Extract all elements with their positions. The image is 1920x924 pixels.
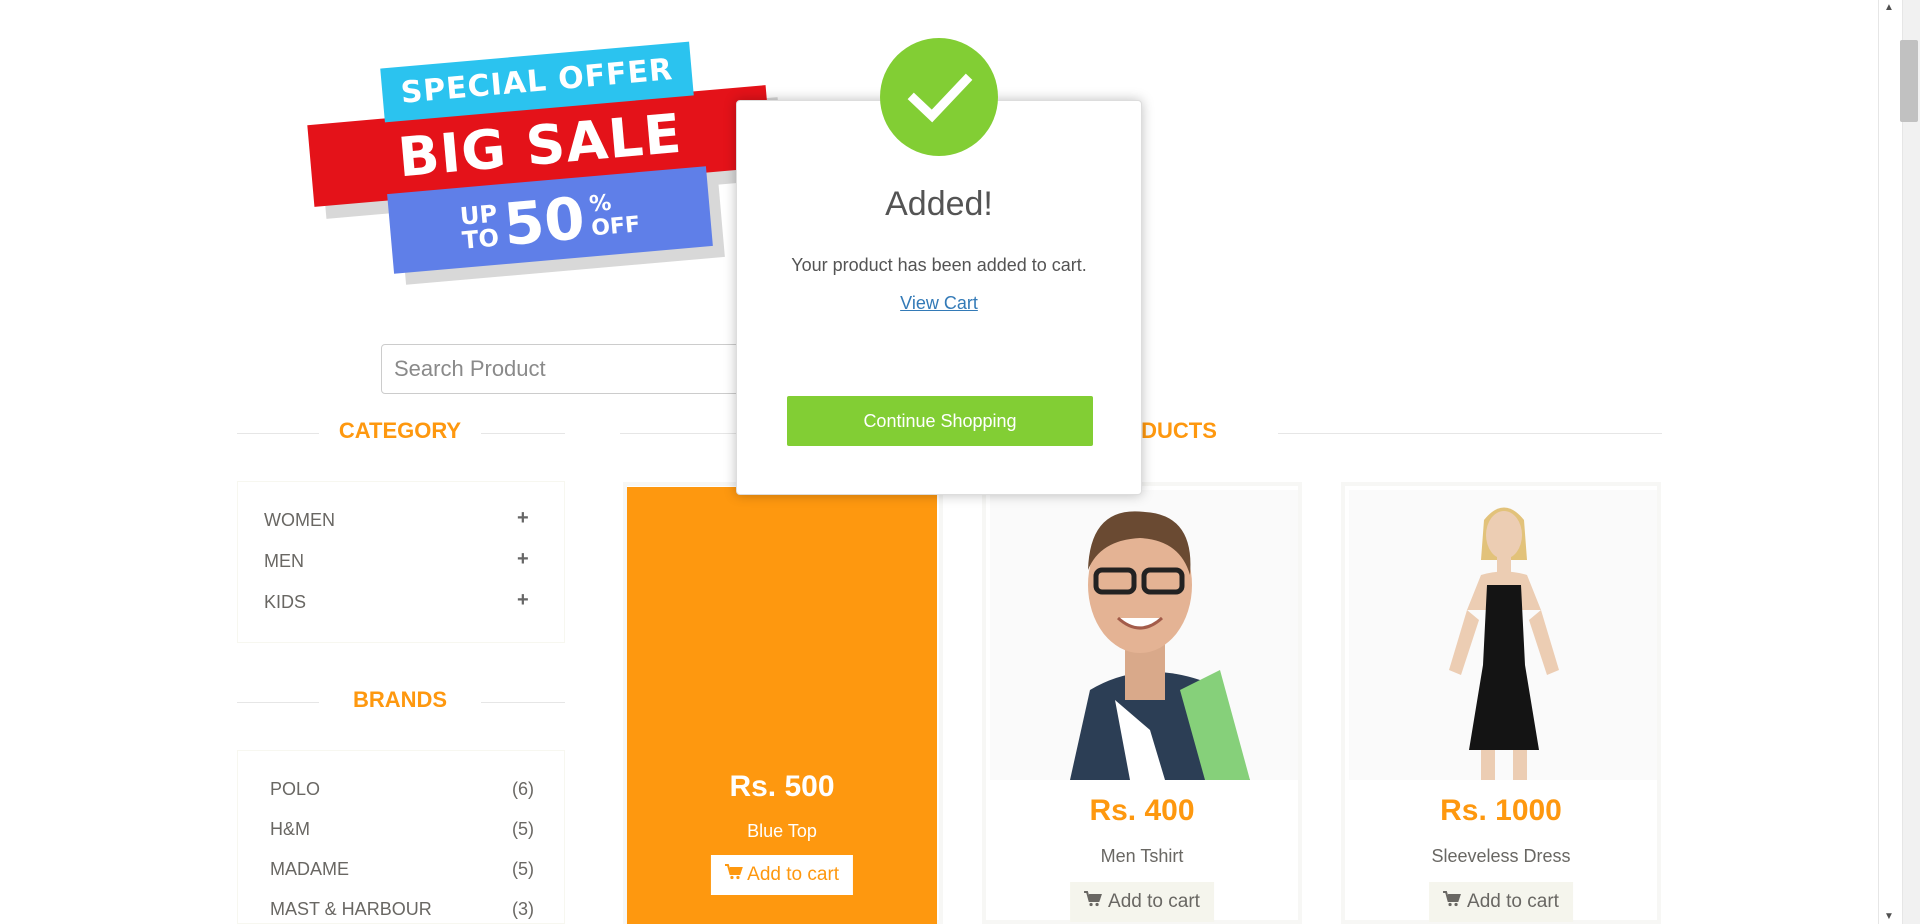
product-card-men-tshirt: Rs. 400 Men Tshirt Add to cart [982, 482, 1302, 924]
shopping-cart-icon [724, 864, 747, 885]
add-to-cart-button[interactable]: Add to cart [1429, 882, 1573, 922]
search-input[interactable] [381, 344, 781, 394]
divider [620, 433, 740, 434]
brand-count: (3) [512, 899, 534, 919]
product-overlay: Rs. 500 Blue Top Add to cart [627, 487, 937, 924]
product-price: Rs. 500 [729, 770, 835, 803]
sale-banner: BIG SALE SPECIAL OFFER UP TO50% OFF [307, 41, 785, 285]
shopping-cart-icon [1084, 891, 1102, 913]
view-cart-link[interactable]: View Cart [737, 293, 1141, 314]
product-name: Blue Top [747, 821, 817, 841]
scrollbar-thumb[interactable] [1900, 40, 1918, 122]
page-scrollbar[interactable]: ▲ ▼ [1878, 0, 1920, 924]
product-name: Men Tshirt [1100, 846, 1184, 866]
add-to-cart-label: Add to cart [747, 864, 840, 885]
product-name: Sleeveless Dress [1431, 846, 1571, 866]
banner-to: TO [460, 223, 501, 255]
product-image-sleeveless-dress [1349, 490, 1657, 780]
banner-upto: UP TO [459, 199, 501, 255]
brand-item-mast-harbour[interactable]: MAST & HARBOUR [270, 899, 432, 920]
brand-item-hm[interactable]: H&M [270, 819, 310, 840]
banner-pct-sign: % [588, 190, 613, 217]
banner-off: % OFF [588, 189, 641, 241]
banner-percent: 50 [501, 183, 588, 259]
scroll-up-arrow-icon[interactable]: ▲ [1884, 2, 1894, 13]
divider [237, 433, 319, 434]
scroll-down-arrow-icon[interactable]: ▼ [1884, 911, 1894, 922]
shopping-cart-icon [1443, 891, 1461, 913]
continue-shopping-button[interactable]: Continue Shopping [787, 396, 1093, 446]
brand-count: (5) [512, 859, 534, 879]
divider [481, 433, 565, 434]
brand-item-madame[interactable]: MADAME [270, 859, 349, 880]
modal-message: Your product has been added to cart. [791, 255, 1087, 275]
category-item-kids[interactable]: KIDS [264, 592, 306, 613]
divider [481, 702, 565, 703]
product-price: Rs. 1000 [1440, 794, 1562, 827]
success-icon-circle [880, 38, 998, 156]
plus-icon[interactable]: + [517, 548, 529, 571]
brands-title: BRANDS [352, 687, 448, 712]
divider [1278, 433, 1662, 434]
brand-count: (6) [512, 779, 534, 799]
add-to-cart-label: Add to cart [1108, 891, 1200, 912]
product-image-men-tshirt [990, 490, 1298, 780]
divider [237, 702, 319, 703]
brands-panel: POLO (6) H&M (5) MADAME (5) MAST & HARBO… [237, 750, 565, 924]
modal-title: Added! [885, 185, 993, 223]
plus-icon[interactable]: + [517, 589, 529, 612]
add-to-cart-button[interactable]: Add to cart [710, 855, 854, 895]
product-price: Rs. 400 [1089, 794, 1195, 827]
scrollbar-track[interactable]: ▲ ▼ [1879, 0, 1903, 924]
category-title: CATEGORY [338, 418, 462, 443]
add-to-cart-label: Add to cart [1467, 891, 1559, 912]
product-card-sleeveless-dress: Rs. 1000 Sleeveless Dress Add to cart [1341, 482, 1661, 924]
brand-count: (5) [512, 819, 534, 839]
add-to-cart-button[interactable]: Add to cart [1070, 882, 1214, 922]
category-item-men[interactable]: MEN [264, 551, 304, 572]
added-to-cart-modal: Added! Your product has been added to ca… [736, 100, 1142, 495]
check-icon [907, 73, 973, 123]
plus-icon[interactable]: + [517, 507, 529, 530]
brand-item-polo[interactable]: POLO [270, 779, 320, 800]
banner-off-text: OFF [590, 211, 642, 241]
category-item-women[interactable]: WOMEN [264, 510, 335, 531]
category-panel: WOMEN + MEN + KIDS + [237, 481, 565, 643]
